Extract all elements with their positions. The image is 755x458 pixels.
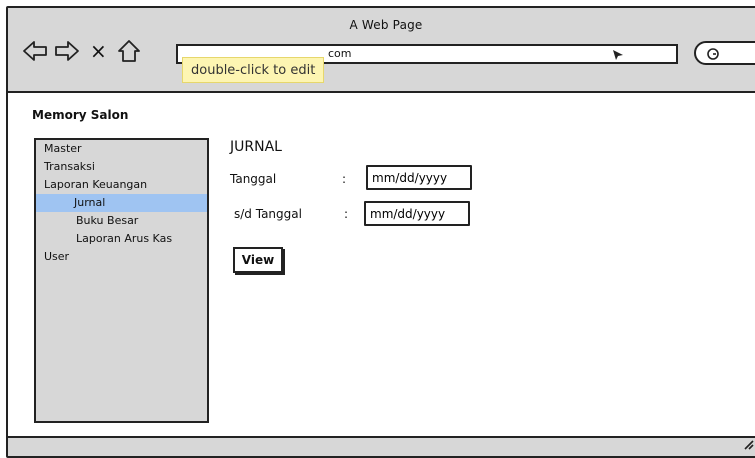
view-button[interactable]: View	[233, 247, 283, 273]
sidebar-item-buku-besar[interactable]: Buku Besar	[36, 212, 207, 230]
nav-controls: ×	[22, 38, 141, 64]
end-date-separator: :	[344, 207, 349, 221]
browser-window: A Web Page × com double-click to edit Me…	[6, 6, 755, 458]
sidebar-item-transaksi[interactable]: Transaksi	[36, 158, 207, 176]
page-title: JURNAL	[230, 139, 282, 155]
address-bar-text: com	[328, 47, 352, 60]
forward-arrow-icon[interactable]	[54, 40, 80, 62]
window-title: A Web Page	[349, 18, 423, 32]
back-arrow-icon[interactable]	[22, 40, 48, 62]
search-icon	[707, 48, 719, 60]
home-icon[interactable]	[117, 39, 141, 63]
sidebar-item-laporan-arus-kas[interactable]: Laporan Arus Kas	[36, 230, 207, 248]
cursor-icon	[612, 49, 624, 66]
resize-grip-icon[interactable]	[744, 435, 754, 454]
sidebar-item-user[interactable]: User	[36, 248, 207, 266]
end-date-label: s/d Tanggal	[234, 207, 302, 221]
sidebar-item-laporan-keuangan[interactable]: Laporan Keuangan	[36, 176, 207, 194]
start-date-field[interactable]	[366, 165, 472, 190]
app-title: Memory Salon	[32, 108, 129, 122]
search-box[interactable]	[694, 41, 755, 65]
browser-toolbar: A Web Page × com double-click to edit	[8, 8, 755, 93]
close-icon[interactable]: ×	[90, 41, 107, 61]
status-bar	[8, 436, 755, 456]
end-date-field[interactable]	[364, 201, 470, 226]
edit-tooltip: double-click to edit	[182, 57, 325, 83]
sidebar-item-jurnal[interactable]: Jurnal	[36, 194, 207, 212]
start-date-separator: :	[342, 172, 347, 186]
sidebar-menu: Master Transaksi Laporan Keuangan Jurnal…	[34, 138, 209, 423]
sidebar-item-master[interactable]: Master	[36, 140, 207, 158]
start-date-label: Tanggal	[230, 172, 277, 186]
